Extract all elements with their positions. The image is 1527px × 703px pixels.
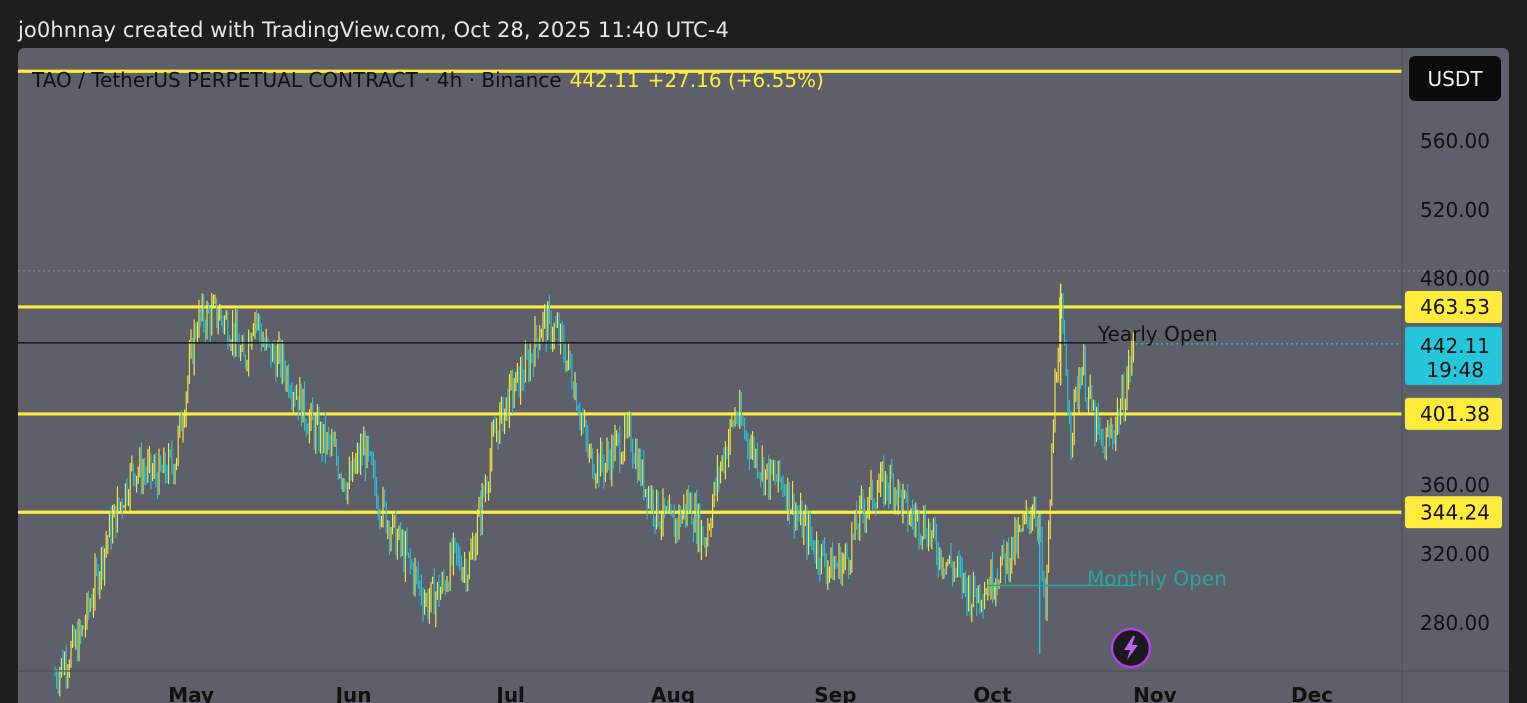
header-price: 442.11 xyxy=(569,68,640,92)
chart-caption: jo0hnnay created with TradingView.com, O… xyxy=(18,18,729,42)
y-tick-label: 360.00 xyxy=(1420,473,1490,497)
symbol-title: TAO / TetherUS PERPETUAL CONTRACT · 4h ·… xyxy=(32,68,562,92)
chart-panel[interactable]: Yearly Open Monthly Open 560.00 520.00 480.… xyxy=(18,48,1509,703)
x-tick-label: Jun xyxy=(334,683,372,703)
header-change: +27.16 (+6.55%) xyxy=(647,68,824,92)
x-tick-label: Sep xyxy=(814,683,856,703)
x-tick-label: Jul xyxy=(494,683,525,703)
level-badge-label: 344.24 xyxy=(1420,500,1490,524)
lightning-button[interactable] xyxy=(1110,627,1152,669)
x-tick-label: Nov xyxy=(1133,683,1177,703)
x-tick-label: May xyxy=(168,683,214,703)
yearly-open-label: Yearly Open xyxy=(1097,322,1218,346)
level-badge-label: 401.38 xyxy=(1420,402,1490,426)
current-price-label: 442.11 xyxy=(1420,334,1490,358)
y-tick-label: 280.00 xyxy=(1420,611,1490,635)
candle-countdown-label: 19:48 xyxy=(1426,358,1484,382)
x-tick-label: Dec xyxy=(1291,683,1333,703)
y-tick-label: 520.00 xyxy=(1420,198,1490,222)
symbol-header: TAO / TetherUS PERPETUAL CONTRACT · 4h ·… xyxy=(32,68,824,92)
y-tick-label: 480.00 xyxy=(1420,267,1490,291)
level-badge-label: 463.53 xyxy=(1420,295,1490,319)
monthly-open-label: Monthly Open xyxy=(1087,566,1227,590)
currency-button[interactable]: USDT xyxy=(1409,56,1501,101)
price-chart[interactable]: Yearly Open Monthly Open 560.00 520.00 480.… xyxy=(18,48,1509,703)
x-tick-label: Oct xyxy=(973,683,1012,703)
y-tick-label: 560.00 xyxy=(1420,129,1490,153)
x-tick-label: Aug xyxy=(651,683,695,703)
y-tick-label: 320.00 xyxy=(1420,542,1490,566)
